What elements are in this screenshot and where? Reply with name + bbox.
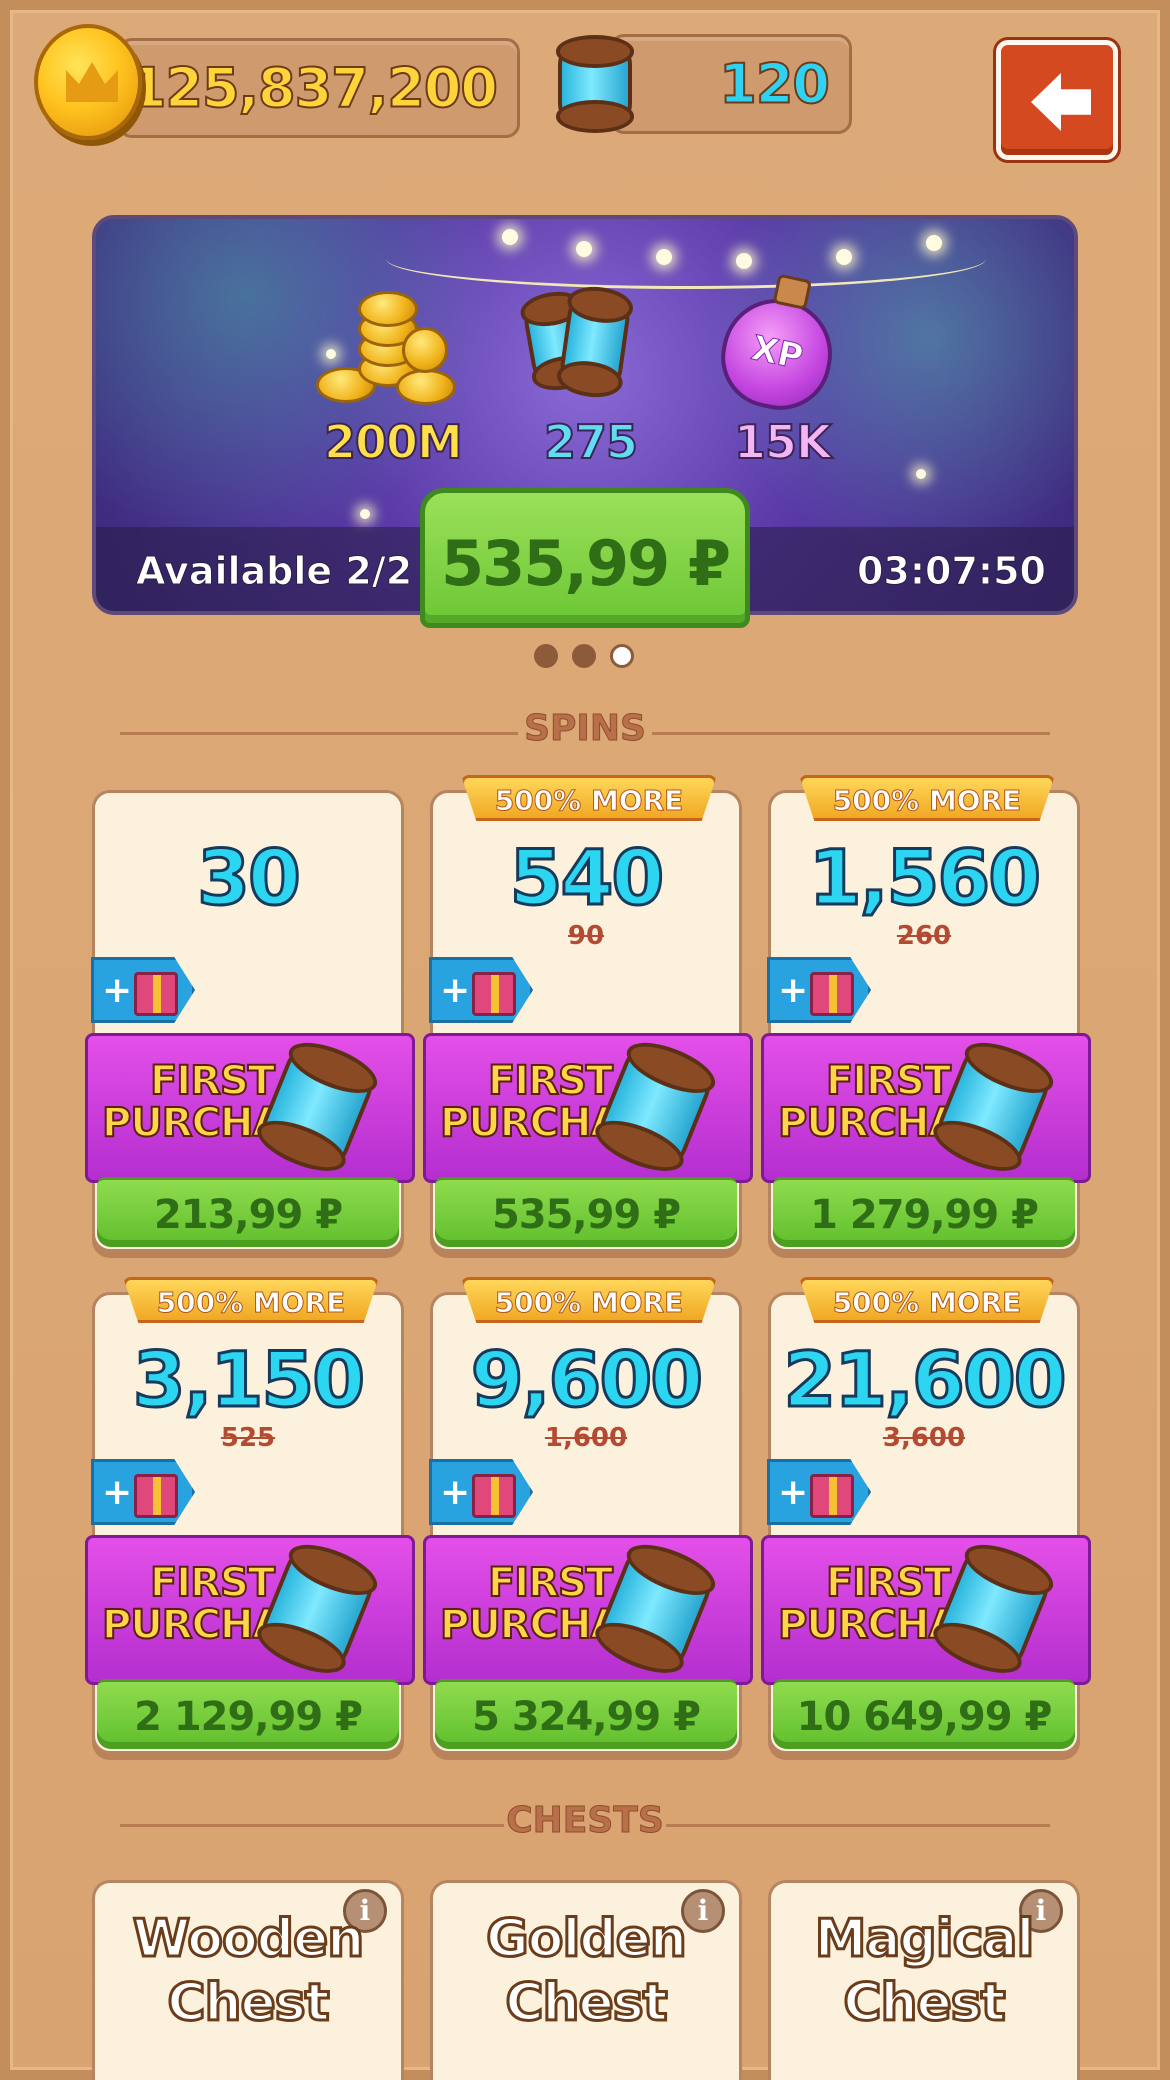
spin-offer-card[interactable]: 500% MORE 3,150 525 + FIRST PURCHASE 2 12… xyxy=(85,1277,415,1754)
spin-balance-value: 120 xyxy=(718,52,831,117)
coin-icon xyxy=(34,24,142,140)
reward-spins-value: 275 xyxy=(543,414,639,470)
gift-bonus-tag: + xyxy=(767,1459,871,1525)
spin-capsule-icon xyxy=(928,1535,1063,1686)
first-purchase-banner: FIRST PURCHASE xyxy=(423,1033,753,1183)
offer-amount: 9,600 xyxy=(469,1334,704,1426)
first-purchase-banner: FIRST PURCHASE xyxy=(761,1535,1091,1685)
first-purchase-banner: FIRST PURCHASE xyxy=(423,1535,753,1685)
bonus-ribbon: 500% MORE xyxy=(123,1277,379,1323)
availability-label: Available 2/2 xyxy=(135,549,413,594)
divider-line xyxy=(120,1824,504,1827)
bonus-ribbon: 500% MORE xyxy=(461,775,717,821)
spin-offer-card[interactable]: 500% MORE 540 90 + FIRST PURCHASE 535,99 … xyxy=(423,775,753,1252)
old-amount: 525 xyxy=(220,1423,276,1453)
bonus-ribbon: 500% MORE xyxy=(461,1277,717,1323)
spin-capsule-icon xyxy=(928,1033,1063,1184)
chest-name: Wooden Chest xyxy=(131,1908,365,2035)
bonus-ribbon: 500% MORE xyxy=(799,1277,1055,1323)
offer-amount: 3,150 xyxy=(131,1334,366,1426)
gift-box-icon xyxy=(134,1474,178,1518)
pager-dot-3-active[interactable] xyxy=(610,644,634,668)
coin-balance-value: 125,837,200 xyxy=(128,56,499,121)
divider-line xyxy=(120,732,518,735)
reward-coins-value: 200M xyxy=(323,414,464,470)
xp-potion-icon: XP xyxy=(711,273,843,420)
old-amount: 1,600 xyxy=(544,1423,628,1453)
spin-offer-card[interactable]: 500% MORE 9,600 1,600 + FIRST PURCHASE 5 … xyxy=(423,1277,753,1754)
spin-capsule-icon xyxy=(590,1033,725,1184)
back-arrow-icon xyxy=(1031,73,1091,131)
gift-bonus-tag: + xyxy=(767,957,871,1023)
pager-dot-1[interactable] xyxy=(534,644,558,668)
first-purchase-banner: FIRST PURCHASE xyxy=(85,1535,415,1685)
gift-bonus-tag: + xyxy=(429,957,533,1023)
chest-card-wooden[interactable]: i Wooden Chest xyxy=(92,1880,404,2080)
offer-buy-button[interactable]: 535,99 ₽ xyxy=(435,1177,737,1247)
spin-capsule-icon xyxy=(552,22,638,144)
spin-balance: 120 xyxy=(610,34,852,134)
spin-offer-card[interactable]: 30 + FIRST PURCHASE 213,99 ₽ xyxy=(85,790,415,1252)
offer-buy-button[interactable]: 5 324,99 ₽ xyxy=(435,1679,737,1749)
gift-box-icon xyxy=(472,972,516,1016)
coin-balance: 125,837,200 xyxy=(118,38,520,138)
chest-card-golden[interactable]: i Golden Chest xyxy=(430,1880,742,2080)
string-lights-decoration xyxy=(386,229,986,289)
bonus-ribbon: 500% MORE xyxy=(799,775,1055,821)
spin-capsule-icon xyxy=(252,1535,387,1686)
spin-capsule-icon xyxy=(252,1033,387,1184)
chest-name: Golden Chest xyxy=(485,1908,689,2035)
offer-amount: 540 xyxy=(508,832,666,924)
offer-buy-button[interactable]: 1 279,99 ₽ xyxy=(773,1177,1075,1247)
offer-amount: 1,560 xyxy=(807,832,1042,924)
section-title-spins: SPINS xyxy=(524,708,647,750)
spin-offer-card[interactable]: 500% MORE 1,560 260 + FIRST PURCHASE 1 27… xyxy=(761,775,1091,1252)
pager-dot-2[interactable] xyxy=(572,644,596,668)
section-title-chests: CHESTS xyxy=(506,1800,665,1842)
gift-bonus-tag: + xyxy=(429,1459,533,1525)
old-amount: 90 xyxy=(567,921,605,951)
chest-card-magical[interactable]: i Magical Chest xyxy=(768,1880,1080,2080)
gift-bonus-tag: + xyxy=(91,1459,195,1525)
offer-buy-button[interactable]: 2 129,99 ₽ xyxy=(97,1679,399,1749)
gift-box-icon xyxy=(810,1474,854,1518)
banner-buy-button[interactable]: 535,99 ₽ xyxy=(420,488,750,628)
spin-offer-card[interactable]: 500% MORE 21,600 3,600 + FIRST PURCHASE 1… xyxy=(761,1277,1091,1754)
offer-buy-button[interactable]: 213,99 ₽ xyxy=(97,1177,399,1247)
offer-buy-button[interactable]: 10 649,99 ₽ xyxy=(773,1679,1075,1749)
back-button[interactable] xyxy=(996,40,1118,160)
spin-capsule-icon xyxy=(590,1535,725,1686)
gift-box-icon xyxy=(810,972,854,1016)
first-purchase-banner: FIRST PURCHASE xyxy=(761,1033,1091,1183)
first-purchase-banner: FIRST PURCHASE xyxy=(85,1033,415,1183)
old-amount: 260 xyxy=(896,921,952,951)
divider-line xyxy=(652,732,1050,735)
offer-amount: 21,600 xyxy=(782,1334,1068,1426)
chest-name: Magical Chest xyxy=(813,1908,1036,2035)
gift-box-icon xyxy=(472,1474,516,1518)
old-amount: 3,600 xyxy=(882,1423,966,1453)
reward-xp-value: 15K xyxy=(733,414,833,470)
offer-timer: 03:07:50 xyxy=(856,549,1046,594)
offer-amount: 30 xyxy=(196,832,303,924)
gift-box-icon xyxy=(134,972,178,1016)
gift-bonus-tag: + xyxy=(91,957,195,1023)
divider-line xyxy=(666,1824,1050,1827)
banner-price-label: 535,99 ₽ xyxy=(441,527,731,600)
